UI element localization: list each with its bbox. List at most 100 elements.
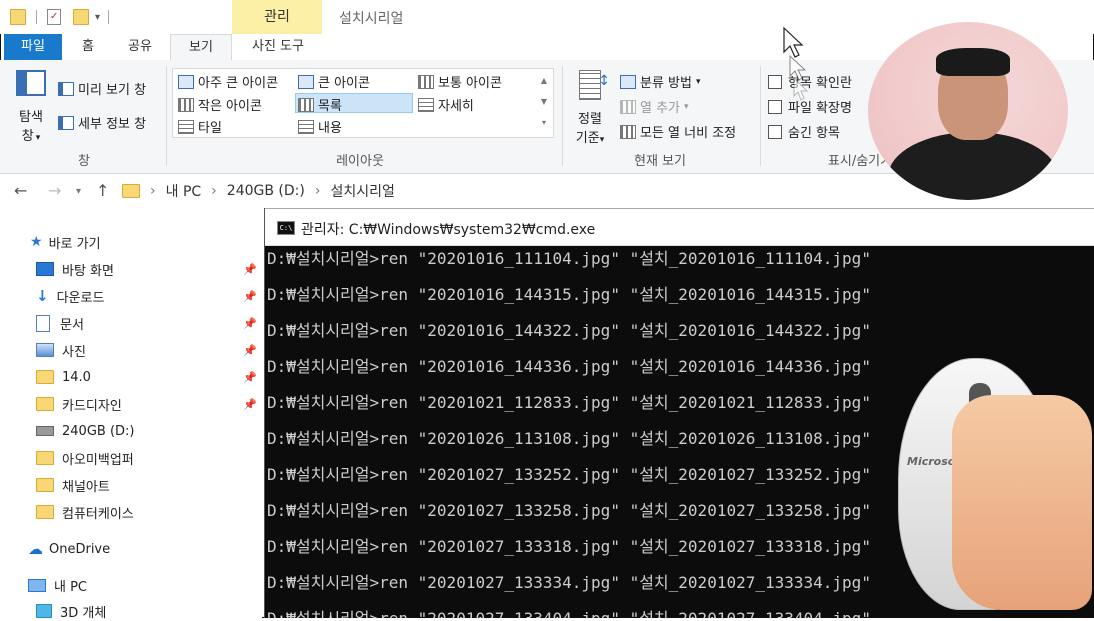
folder-icon [36, 397, 54, 411]
preview-pane-label: 미리 보기 창 [78, 83, 147, 98]
layout-tiles[interactable]: 타일 [178, 117, 222, 136]
pin-icon[interactable]: 📌 [243, 398, 257, 411]
breadcrumb-separator: › [314, 183, 321, 199]
tab-home[interactable]: 홈 [68, 34, 108, 60]
large-icons-icon [298, 74, 314, 89]
sidebar-item-drive-d[interactable]: 240GB (D:) [36, 421, 134, 441]
chevron-down-icon: ▾ [695, 76, 701, 87]
layout-content[interactable]: 내용 [298, 117, 342, 136]
preview-pane-icon [58, 81, 74, 96]
layout-details[interactable]: 자세히 [418, 95, 474, 114]
sidebar-item-downloads[interactable]: ↓ 다운로드 [36, 286, 104, 306]
details-pane-button[interactable]: 세부 정보 창 [58, 113, 146, 132]
sidebar-item-label: 문서 [60, 317, 84, 333]
back-arrow-icon[interactable]: ← [14, 181, 27, 200]
recent-chevron-icon[interactable]: ▾ [76, 186, 81, 197]
breadcrumb-item[interactable]: 설치시리얼 [330, 181, 394, 201]
up-arrow-icon[interactable]: ↑ [96, 181, 109, 200]
add-column-button[interactable]: 열 추가 ▾ [620, 97, 689, 116]
layout-large-icons[interactable]: 큰 아이콘 [298, 72, 370, 91]
cmd-line: D:₩설치시리얼>ren "20201016_144322.jpg" "설치_2… [267, 321, 871, 340]
layout-item-label: 보통 아이콘 [438, 76, 502, 91]
folder-icon [10, 9, 26, 25]
properties-icon[interactable]: ✓ [47, 9, 61, 25]
divider [108, 10, 110, 24]
breadcrumb-separator: › [150, 183, 156, 199]
more-icon[interactable]: ▾ [538, 112, 550, 133]
sidebar-item-card-design[interactable]: 카드디자인 [36, 394, 122, 414]
window-title: 설치시리얼 [339, 11, 404, 27]
tab-view[interactable]: 보기 [170, 34, 232, 61]
current-view-group-label: 현재 보기 [634, 154, 686, 169]
sort-by-button[interactable]: ↕ 정렬 기준▾ [570, 70, 610, 146]
cmd-line: D:₩설치시리얼>ren "20201021_112833.jpg" "설치_2… [267, 393, 871, 412]
sidebar-item-this-pc[interactable]: 내 PC [28, 575, 87, 595]
list-icon [298, 97, 314, 112]
sidebar-item-quick-access[interactable]: ★ 바로 가기 [30, 232, 101, 252]
sidebar-item-label: 카드디자인 [62, 398, 122, 414]
layout-medium-icons[interactable]: 보통 아이콘 [418, 72, 502, 91]
content-icon [298, 119, 314, 134]
breadcrumb[interactable]: › 내 PC › 240GB (D:) › 설치시리얼 [122, 179, 872, 203]
layout-item-label: 내용 [318, 121, 342, 136]
picture-icon [36, 343, 54, 357]
tab-file[interactable]: 파일 [4, 34, 62, 60]
sidebar-item-computer-case[interactable]: 컴퓨터케이스 [36, 502, 134, 522]
webcam-overlay [868, 22, 1068, 200]
breadcrumb-item[interactable]: 240GB (D:) [227, 183, 305, 199]
preview-pane-button[interactable]: 미리 보기 창 [58, 79, 146, 98]
hidden-items-label: 숨긴 항목 [788, 126, 840, 141]
sidebar-item-label: 사진 [62, 344, 86, 360]
sidebar-item-label: 컴퓨터케이스 [62, 506, 134, 522]
sidebar-item-aomei[interactable]: 아오미백업퍼 [36, 448, 134, 468]
sidebar-item-label: 아오미백업퍼 [62, 452, 134, 468]
checkbox[interactable] [768, 99, 782, 114]
scroll-up-icon[interactable]: ▲ [538, 70, 550, 91]
layout-list[interactable]: 목록 [298, 95, 342, 114]
cmd-title-bar[interactable]: C:\ 관리자: C:₩Windows₩system32₩cmd.exe [265, 208, 1094, 246]
tab-share[interactable]: 공유 [116, 34, 164, 60]
nav-pane-label-2: 창 ▾ [10, 125, 52, 144]
pin-icon[interactable]: 📌 [243, 290, 257, 303]
group-by-label: 분류 방법 [640, 76, 692, 91]
sort-label-2-row: 기준▾ [570, 127, 610, 146]
breadcrumb-item[interactable]: 내 PC [166, 181, 202, 201]
pin-icon[interactable]: 📌 [243, 263, 257, 276]
add-column-label: 열 추가 [640, 101, 681, 116]
sidebar-item-documents[interactable]: 문서 [36, 313, 84, 333]
cmd-icon: C:\ [277, 221, 295, 235]
tab-photo-tools[interactable]: 사진 도구 [236, 34, 320, 60]
cloud-icon: ☁ [28, 540, 43, 558]
sidebar-item-channel-art[interactable]: 채널아트 [36, 475, 110, 495]
manage-tab[interactable]: 관리 [232, 0, 322, 34]
divider [36, 10, 37, 24]
fit-columns-label: 모든 열 너비 조정 [640, 126, 737, 141]
sidebar-item-onedrive[interactable]: ☁ OneDrive [28, 539, 110, 559]
chevron-down-icon[interactable]: ▾ [95, 12, 100, 23]
sidebar-item-desktop[interactable]: 바탕 화면 [36, 259, 114, 279]
layout-small-icons[interactable]: 작은 아이콘 [178, 95, 262, 114]
sort-label: 정렬 [578, 112, 602, 127]
cube-icon [36, 604, 52, 618]
forward-arrow-icon[interactable]: → [48, 181, 61, 200]
group-by-icon [620, 74, 636, 89]
layout-extra-large-icons[interactable]: 아주 큰 아이콘 [178, 72, 278, 91]
hidden-items-toggle[interactable]: 숨긴 항목 [768, 122, 840, 141]
scroll-down-icon[interactable]: ▼ [538, 91, 550, 112]
sidebar-item-3d-objects[interactable]: 3D 개체 [36, 601, 106, 621]
sidebar-item-pictures[interactable]: 사진 [36, 340, 86, 360]
gallery-scroll[interactable]: ▲ ▼ ▾ [538, 70, 550, 134]
checkbox[interactable] [768, 74, 782, 89]
nav-pane-button[interactable]: 탐색 창 ▾ [10, 70, 52, 144]
pin-icon[interactable]: 📌 [243, 371, 257, 384]
checkbox[interactable] [768, 124, 782, 139]
new-folder-icon[interactable] [73, 9, 89, 25]
chevron-down-icon: ▾ [599, 135, 605, 145]
pin-icon[interactable]: 📌 [243, 344, 257, 357]
sidebar-item-folder-14[interactable]: 14.0 [36, 367, 91, 387]
cmd-line: D:₩설치시리얼>ren "20201027_133404.jpg" "설치_2… [267, 605, 871, 618]
download-icon: ↓ [36, 287, 49, 305]
pin-icon[interactable]: 📌 [243, 317, 257, 330]
group-by-button[interactable]: 분류 방법 ▾ [620, 72, 701, 91]
fit-columns-button[interactable]: 모든 열 너비 조정 [620, 122, 736, 141]
